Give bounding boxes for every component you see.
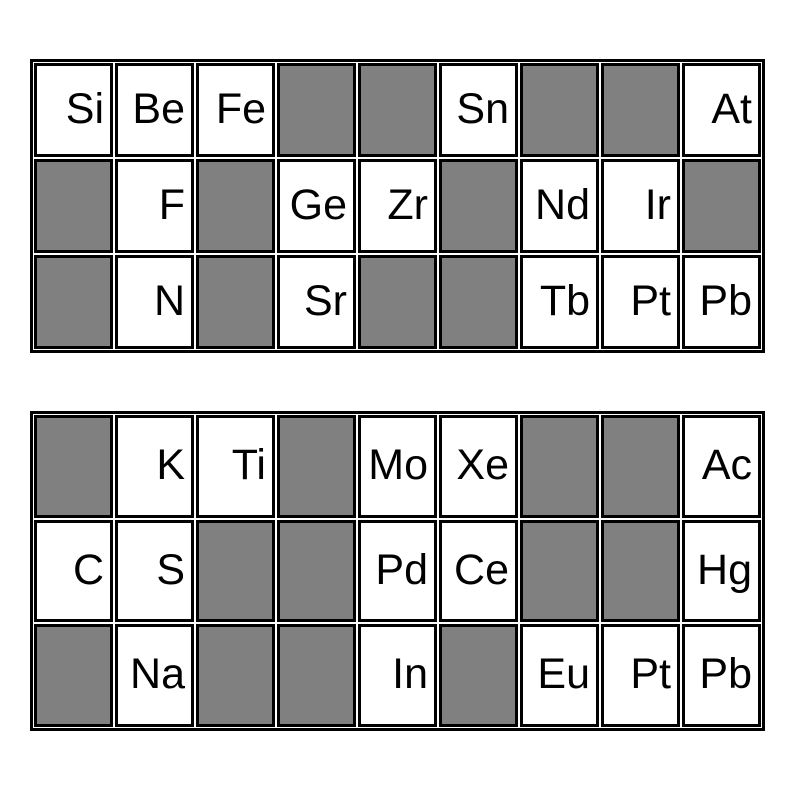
grid-cell-empty[interactable] [196, 624, 275, 728]
grid-cell-element[interactable]: Pb [682, 255, 761, 349]
grid-cell-empty[interactable] [196, 159, 275, 253]
grid-cell-label: Pd [375, 545, 428, 594]
grid-cell-label: Ce [454, 545, 509, 594]
element-grid-2: K Ti Mo Xe Ac C S Pd Ce Hg Na In Eu Pt Pb [30, 411, 765, 731]
grid-cell-empty[interactable] [601, 415, 680, 518]
grid-cell-empty[interactable] [358, 255, 437, 349]
grid-cell-label: Pb [699, 650, 752, 699]
grid-cell-label: Nd [535, 180, 590, 229]
grid-cell-element[interactable]: Si [34, 63, 113, 157]
grid-cell-element[interactable]: C [34, 519, 113, 623]
grid-cell-label: S [156, 545, 185, 594]
grid-cell-label: Eu [537, 650, 590, 699]
grid-cell-empty[interactable] [439, 255, 518, 349]
grid-cell-empty[interactable] [277, 415, 356, 518]
grid-cell-empty[interactable] [439, 624, 518, 728]
grid-cell-label: Fe [215, 84, 266, 133]
grid-cell-label: In [392, 650, 428, 699]
grid-cell-element[interactable]: Ir [601, 159, 680, 253]
grid-cell-element[interactable]: S [115, 519, 194, 623]
grid-cell-label: Sn [456, 84, 509, 133]
grid-cell-element[interactable]: At [682, 63, 761, 157]
grid-cell-label: Si [65, 84, 104, 133]
grid-cell-label: At [711, 84, 752, 133]
grid-cell-empty[interactable] [439, 159, 518, 253]
grid-cell-element[interactable]: Na [115, 624, 194, 728]
grid-cell-element[interactable]: Eu [520, 624, 599, 728]
grid-row: F Ge Zr Nd Ir [34, 159, 761, 253]
grid-cell-label: Ir [644, 180, 671, 229]
grid-cell-element[interactable]: Pb [682, 624, 761, 728]
grid-cell-empty[interactable] [277, 519, 356, 623]
grid-cell-empty[interactable] [34, 624, 113, 728]
grid-cell-label: Sr [304, 276, 347, 325]
grid-cell-element[interactable]: K [115, 415, 194, 518]
grid-cell-empty[interactable] [358, 63, 437, 157]
grid-cell-empty[interactable] [34, 159, 113, 253]
grid-row: N Sr Tb Pt Pb [34, 255, 761, 349]
grid-cell-element[interactable]: Hg [682, 519, 761, 623]
grid-cell-element[interactable]: F [115, 159, 194, 253]
grid-row: Na In Eu Pt Pb [34, 624, 761, 728]
grid-cell-element[interactable]: Fe [196, 63, 275, 157]
grid-cell-element[interactable]: Zr [358, 159, 437, 253]
grid-cell-element[interactable]: Nd [520, 159, 599, 253]
grid-cell-element[interactable]: Sn [439, 63, 518, 157]
grid-cell-element[interactable]: Be [115, 63, 194, 157]
grid-cell-empty[interactable] [196, 255, 275, 349]
grid-cell-label: N [153, 276, 185, 325]
grid-cell-label: Na [130, 650, 185, 699]
grid-cell-element[interactable]: In [358, 624, 437, 728]
element-grid-1: Si Be Fe Sn At F Ge Zr Nd Ir N Sr Tb Pt Pb [30, 59, 765, 353]
grid-cell-label: Be [132, 84, 185, 133]
grid-cell-empty[interactable] [34, 255, 113, 349]
grid-cell-label: Ge [289, 180, 347, 229]
grid-cell-element[interactable]: Ac [682, 415, 761, 518]
grid-cell-label: Tb [539, 276, 590, 325]
grid-1-rows: Si Be Fe Sn At F Ge Zr Nd Ir N Sr Tb Pt Pb [34, 63, 761, 349]
grid-cell-empty[interactable] [277, 63, 356, 157]
grid-row: K Ti Mo Xe Ac [34, 415, 761, 518]
grid-cell-element[interactable]: Mo [358, 415, 437, 518]
grid-cell-label: Mo [368, 440, 428, 489]
grid-cell-empty[interactable] [682, 159, 761, 253]
grid-cell-element[interactable]: Xe [439, 415, 518, 518]
grid-cell-empty[interactable] [277, 624, 356, 728]
grid-cell-label: Xe [456, 440, 509, 489]
grid-cell-empty[interactable] [520, 415, 599, 518]
grid-cell-label: Hg [697, 545, 752, 594]
page-root: Si Be Fe Sn At F Ge Zr Nd Ir N Sr Tb Pt Pb K Ti Mo Xe Ac C S… [0, 0, 799, 801]
grid-cell-element[interactable]: Ti [196, 415, 275, 518]
grid-cell-element[interactable]: Pt [601, 624, 680, 728]
grid-cell-element[interactable]: Ge [277, 159, 356, 253]
grid-cell-label: F [158, 180, 185, 229]
grid-cell-empty[interactable] [520, 519, 599, 623]
grid-cell-element[interactable]: N [115, 255, 194, 349]
grid-cell-empty[interactable] [520, 63, 599, 157]
grid-cell-element[interactable]: Tb [520, 255, 599, 349]
grid-cell-label: Zr [387, 180, 428, 229]
grid-cell-label: C [72, 545, 104, 594]
grid-cell-element[interactable]: Ce [439, 519, 518, 623]
grid-row: C S Pd Ce Hg [34, 519, 761, 623]
grid-row: Si Be Fe Sn At [34, 63, 761, 157]
grid-cell-element[interactable]: Sr [277, 255, 356, 349]
grid-cell-empty[interactable] [601, 519, 680, 623]
grid-cell-empty[interactable] [34, 415, 113, 518]
grid-cell-element[interactable]: Pt [601, 255, 680, 349]
grid-cell-label: Ac [701, 440, 752, 489]
grid-cell-element[interactable]: Pd [358, 519, 437, 623]
grid-2-rows: K Ti Mo Xe Ac C S Pd Ce Hg Na In Eu Pt Pb [34, 415, 761, 728]
grid-cell-label: K [156, 440, 185, 489]
grid-cell-label: Pt [630, 650, 671, 699]
grid-cell-empty[interactable] [601, 63, 680, 157]
grid-cell-label: Ti [231, 440, 266, 489]
grid-cell-empty[interactable] [196, 519, 275, 623]
grid-cell-label: Pt [630, 276, 671, 325]
grid-cell-label: Pb [699, 276, 752, 325]
